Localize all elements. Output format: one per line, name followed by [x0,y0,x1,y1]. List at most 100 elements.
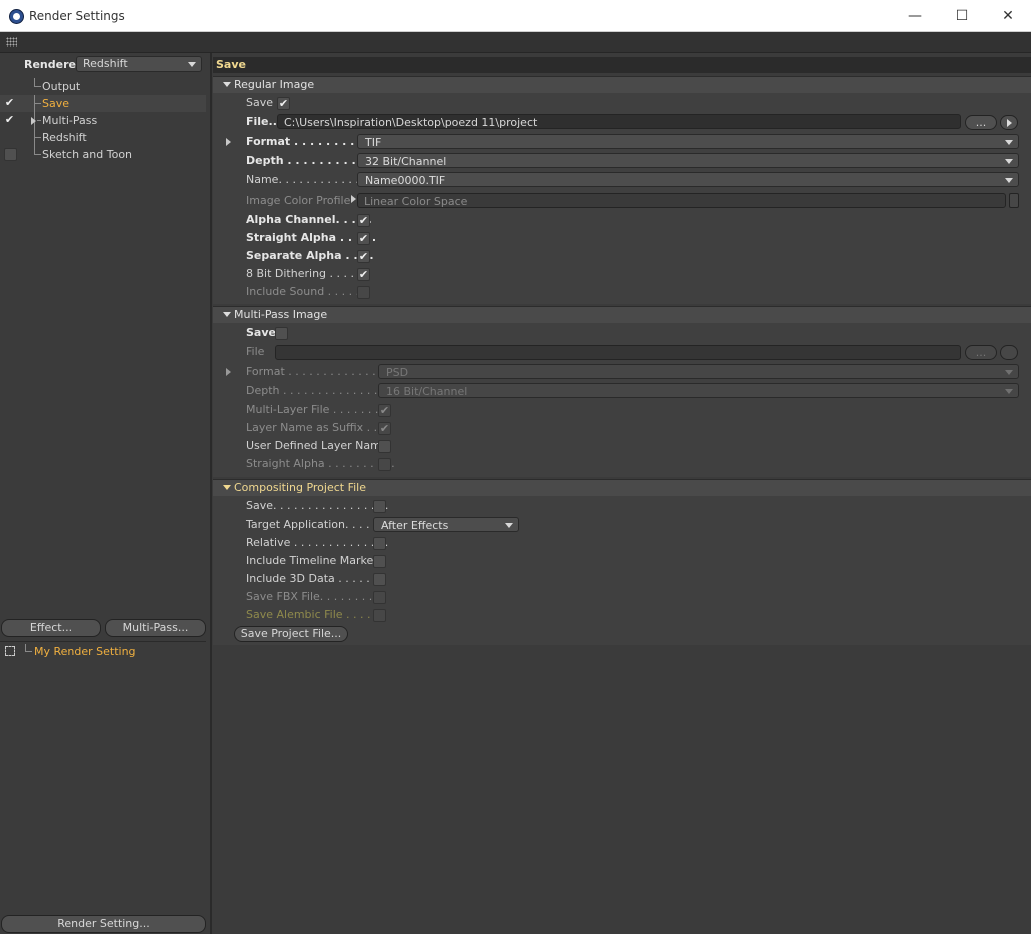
regular-depth-dropdown[interactable]: 32 Bit/Channel [357,153,1019,168]
save-fbx-checkbox[interactable] [373,591,386,604]
multilayer-row: Multi-Layer File . . . . . . . . ✔ [213,402,1031,418]
save-alembic-checkbox[interactable] [373,609,386,622]
tree-item-save[interactable]: ✔ Save [0,95,206,112]
tree-item-label: Multi-Pass [42,114,98,127]
mp-format-label: Format . . . . . . . . . . . . . . . [246,365,390,378]
target-app-value: After Effects [381,519,449,532]
separate-alpha-row: Separate Alpha . . . . ✔ [213,248,1031,264]
expand-arrow-icon[interactable] [226,368,231,376]
minimize-button[interactable]: — [900,6,930,26]
mp-file-label: File [246,345,265,358]
regular-format-dropdown[interactable]: TIF [357,134,1019,149]
depth-value: 32 Bit/Channel [365,155,447,168]
tree-item-label: Sketch and Toon [42,148,133,161]
mp-save-label: Save [246,326,276,339]
regular-image-header[interactable]: Regular Image [213,76,1031,93]
tree-item-label: Output [42,80,81,93]
straight-alpha-checkbox[interactable]: ✔ [357,232,370,245]
renderer-dropdown[interactable]: Redshift [76,56,202,72]
include-sound-row: Include Sound . . . . . [213,284,1031,300]
mp-save-checkbox[interactable] [275,327,288,340]
timeline-marker-checkbox[interactable] [373,555,386,568]
tree-item-multipass[interactable]: ✔ Multi-Pass [0,112,206,129]
check-icon[interactable]: ✔ [4,97,15,108]
check-icon[interactable]: ✔ [4,114,15,125]
main-panel: Save Regular Image Save ✔ File... C:\Use… [213,53,1031,934]
collapse-arrow-icon [223,311,231,317]
tree-item-sketch-and-toon[interactable]: Sketch and Toon [0,146,206,163]
checkbox[interactable] [4,148,17,161]
comp-save-checkbox[interactable] [373,500,386,513]
mp-format-row: Format . . . . . . . . . . . . . . . PSD [213,364,1031,380]
save-fbx-row: Save FBX File. . . . . . . . . . [213,589,1031,605]
regular-save-checkbox[interactable]: ✔ [277,97,290,110]
mp-file-browse-button[interactable]: ... [965,345,997,360]
panel-grip-icon[interactable] [6,37,17,47]
compositing-header[interactable]: Compositing Project File [213,479,1031,496]
regular-file-path-field[interactable]: C:\Users\Inspiration\Desktop\poezd 11\pr… [277,114,961,129]
tree-item-output[interactable]: Output [0,78,206,95]
include-3d-checkbox[interactable] [373,573,386,586]
menu-strip [0,32,1031,53]
render-setting-button[interactable]: Render Setting... [1,915,206,933]
save-fbx-label: Save FBX File. . . . . . . . . . [246,590,387,603]
user-defined-layer-checkbox[interactable] [378,440,391,453]
left-panel: Renderer Redshift Output ✔ Save ✔ Multi-… [0,53,212,934]
mp-file-path-field [275,345,961,360]
regular-name-dropdown[interactable]: Name0000.TIF [357,172,1019,187]
effect-button[interactable]: Effect... [1,619,101,637]
expand-arrow-icon[interactable] [351,195,356,203]
my-render-setting-label: My Render Setting [34,645,136,658]
comp-save-label: Save. . . . . . . . . . . . . . . . . [246,499,389,512]
expand-arrow-icon[interactable] [31,117,36,125]
section-title: Multi-Pass Image [234,308,328,321]
regular-file-browse-button[interactable]: ... [965,115,997,130]
relative-checkbox[interactable] [373,537,386,550]
name-value: Name0000.TIF [365,174,446,187]
regular-file-row: File... C:\Users\Inspiration\Desktop\poe… [213,114,1031,130]
include-3d-row: Include 3D Data . . . . . . . [213,571,1031,587]
mp-depth-value: 16 Bit/Channel [386,385,468,398]
multilayer-checkbox[interactable]: ✔ [378,404,391,417]
multipass-image-header[interactable]: Multi-Pass Image [213,306,1031,323]
mp-format-dropdown[interactable]: PSD [378,364,1019,379]
regular-image-section: Regular Image Save ✔ File... C:\Users\In… [213,76,1031,304]
include-3d-label: Include 3D Data . . . . . . . [246,572,384,585]
tree-line [37,120,41,121]
settings-tree: Output ✔ Save ✔ Multi-Pass Redshift Sket… [0,78,206,163]
timeline-marker-label: Include Timeline Marker [246,554,378,567]
close-button[interactable]: ✕ [993,6,1023,26]
save-project-file-button[interactable]: Save Project File... [234,626,348,642]
save-alembic-row: Save Alembic File . . . . . . [213,607,1031,623]
render-setting-item[interactable]: My Render Setting [0,641,206,660]
mp-depth-dropdown[interactable]: 16 Bit/Channel [378,383,1019,398]
section-title: Regular Image [234,78,315,91]
dithering-checkbox[interactable]: ✔ [357,268,370,281]
regular-file-open-button[interactable] [1000,115,1018,130]
user-defined-layer-row: User Defined Layer Name [213,438,1031,454]
include-sound-checkbox[interactable] [357,286,370,299]
dithering-label: 8 Bit Dithering . . . . . [246,267,361,280]
window-titlebar: Render Settings — ☐ ✕ [0,0,1031,32]
maximize-button[interactable]: ☐ [947,6,977,26]
profile-options-button[interactable] [1009,193,1019,208]
tree-item-redshift[interactable]: Redshift [0,129,206,146]
regular-profile-row: Image Color Profile Linear Color Space [213,193,1031,209]
alpha-channel-checkbox[interactable]: ✔ [357,214,370,227]
regular-depth-row: Depth . . . . . . . . . . . . 32 Bit/Cha… [213,153,1031,169]
include-sound-label: Include Sound . . . . . [246,285,360,298]
expand-arrow-icon[interactable] [226,138,231,146]
separate-alpha-checkbox[interactable]: ✔ [357,250,370,263]
straight-alpha-row: Straight Alpha . . . . . ✔ [213,230,1031,246]
mp-straight-alpha-checkbox[interactable] [378,458,391,471]
regular-name-label: Name. . . . . . . . . . . . . [246,173,366,186]
regular-profile-field: Linear Color Space [357,193,1006,208]
compositing-section: Compositing Project File Save. . . . . .… [213,479,1031,645]
mp-file-open-button[interactable] [1000,345,1018,360]
layer-suffix-checkbox[interactable]: ✔ [378,422,391,435]
target-app-dropdown[interactable]: After Effects [373,517,519,532]
play-arrow-icon [1007,119,1012,127]
cinema4d-app-icon [9,9,24,24]
tree-line [34,154,41,155]
multipass-button[interactable]: Multi-Pass... [105,619,206,637]
